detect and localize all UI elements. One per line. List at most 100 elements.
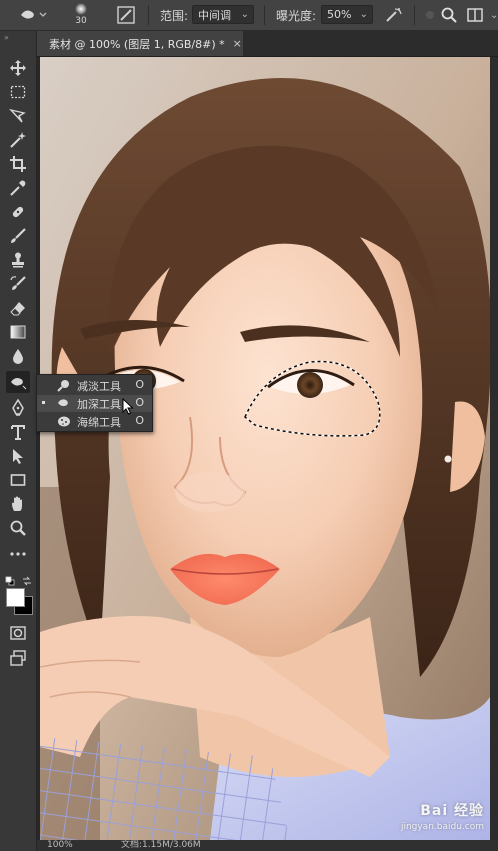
tool-flyout-menu: 减淡工具 O 加深工具 O 海绵工具 O [36, 374, 153, 432]
history-brush-tool[interactable] [6, 273, 30, 295]
airbrush-icon [386, 8, 402, 22]
burn-icon [58, 399, 68, 407]
sponge-icon [58, 416, 70, 427]
document-tab-bar: 素材 @ 100% (图层 1, RGB/8#) * × [37, 31, 498, 57]
burn-icon [11, 378, 27, 390]
airbrush-toggle[interactable] [384, 0, 404, 30]
selected-indicator [42, 401, 45, 404]
menu-item-dodge[interactable]: 减淡工具 O [37, 377, 152, 394]
search-button[interactable] [440, 0, 458, 30]
brush-panel-icon [117, 6, 135, 24]
menu-item-label: 加深工具 [77, 398, 121, 411]
vertical-scrollbar[interactable] [490, 57, 498, 840]
menu-item-shortcut: O [135, 396, 144, 409]
divider [264, 5, 265, 25]
zoom-level[interactable]: 100% [47, 840, 73, 851]
range-label: 范围: [160, 8, 189, 23]
bandage-icon [12, 206, 24, 218]
search-icon [441, 7, 457, 23]
brush-settings-toggle[interactable] [117, 0, 135, 30]
menu-item-label: 海绵工具 [77, 416, 121, 429]
zoom-tool[interactable] [6, 517, 30, 539]
dodge-icon [57, 380, 69, 392]
foreground-color-swatch[interactable] [6, 588, 25, 607]
burn-tool[interactable] [6, 371, 30, 393]
canvas[interactable] [40, 57, 490, 840]
exposure-value: 50% [327, 8, 352, 21]
brush-tool[interactable] [6, 225, 30, 247]
watermark: Bai 经验 jingyan.baidu.com [401, 800, 484, 832]
mouse-cursor-icon [122, 398, 134, 415]
gradient-icon [10, 325, 26, 339]
chevron-down-icon: ⌄ [240, 9, 249, 20]
history-brush-icon [10, 276, 26, 290]
eraser-icon [10, 302, 25, 316]
brush-tip-preview [75, 3, 87, 15]
brush-size: 30 [75, 16, 87, 26]
menu-item-sponge[interactable]: 海绵工具 O [37, 413, 152, 430]
workspace-icon [467, 8, 483, 22]
lasso-tool[interactable] [6, 105, 30, 127]
brush-preset-picker[interactable]: 30 [66, 1, 96, 29]
type-icon [11, 425, 25, 440]
options-bar: 30 范围: 中间调 ⌄ 曝光度: 50% ⌄ ⌄ [0, 0, 498, 31]
default-colors-button[interactable] [5, 571, 15, 586]
swap-colors-button[interactable] [22, 571, 32, 586]
menu-item-shortcut: O [135, 414, 144, 427]
edit-toolbar[interactable] [6, 543, 30, 565]
watermark-sub: jingyan.baidu.com [400, 822, 484, 832]
document-tab[interactable]: 素材 @ 100% (图层 1, RGB/8#) * × [37, 31, 243, 56]
drop-icon [13, 349, 23, 364]
blur-tool[interactable] [6, 345, 30, 367]
brush-icon [11, 228, 26, 243]
rectangle-tool[interactable] [6, 469, 30, 491]
menu-item-label: 减淡工具 [77, 380, 121, 393]
watermark-main: Bai 经验 [420, 803, 484, 819]
chevron-down-icon: ⌄ [359, 9, 368, 20]
rectangle-icon [10, 474, 26, 486]
path-selection-tool[interactable] [6, 445, 30, 467]
magic-wand-icon [10, 132, 26, 148]
menu-item-burn[interactable]: 加深工具 O [37, 395, 152, 412]
pen-icon [12, 399, 24, 416]
range-value: 中间调 [198, 8, 231, 22]
stamp-icon [12, 252, 24, 268]
chevron-down-icon[interactable]: ⌄ [490, 0, 498, 30]
burn-icon [21, 10, 47, 19]
zoom-icon [10, 520, 26, 536]
hand-tool[interactable] [6, 493, 30, 515]
collapse-panel-icon[interactable]: » [4, 33, 9, 42]
eyedropper-tool[interactable] [6, 177, 30, 199]
eraser-tool[interactable] [6, 297, 30, 319]
clone-stamp-tool[interactable] [6, 249, 30, 271]
quick-mask-button[interactable] [6, 622, 30, 644]
marquee-tool[interactable] [6, 81, 30, 103]
workspace-button[interactable] [466, 0, 484, 30]
screen-mode-icon [10, 650, 26, 666]
range-select[interactable]: 中间调 ⌄ [192, 5, 254, 24]
screen-mode-button[interactable] [6, 647, 30, 669]
gradient-tool[interactable] [6, 321, 30, 343]
exposure-label: 曝光度: [276, 8, 317, 23]
crop-tool[interactable] [6, 153, 30, 175]
default-colors-icon [5, 576, 15, 586]
document-size: 文档:1.15M/3.06M [121, 840, 201, 850]
eyedropper-icon [10, 180, 26, 196]
move-icon [10, 60, 26, 76]
move-tool[interactable] [6, 57, 30, 79]
type-tool[interactable] [6, 421, 30, 443]
pen-tool[interactable] [6, 397, 30, 419]
tool-preset-picker[interactable] [18, 0, 48, 30]
more-icon [10, 552, 26, 556]
circle-icon [426, 11, 434, 19]
healing-brush-tool[interactable] [6, 201, 30, 223]
status-bar: 100% 文档:1.15M/3.06M [37, 840, 498, 851]
document-title: 素材 @ 100% (图层 1, RGB/8#) * [49, 37, 225, 51]
close-icon[interactable]: × [233, 37, 242, 50]
extra-option[interactable] [424, 0, 436, 30]
marquee-icon [10, 85, 26, 99]
divider [414, 5, 415, 25]
magic-wand-tool[interactable] [6, 129, 30, 151]
exposure-input[interactable]: 50% ⌄ [321, 5, 373, 24]
menu-item-shortcut: O [135, 378, 144, 391]
